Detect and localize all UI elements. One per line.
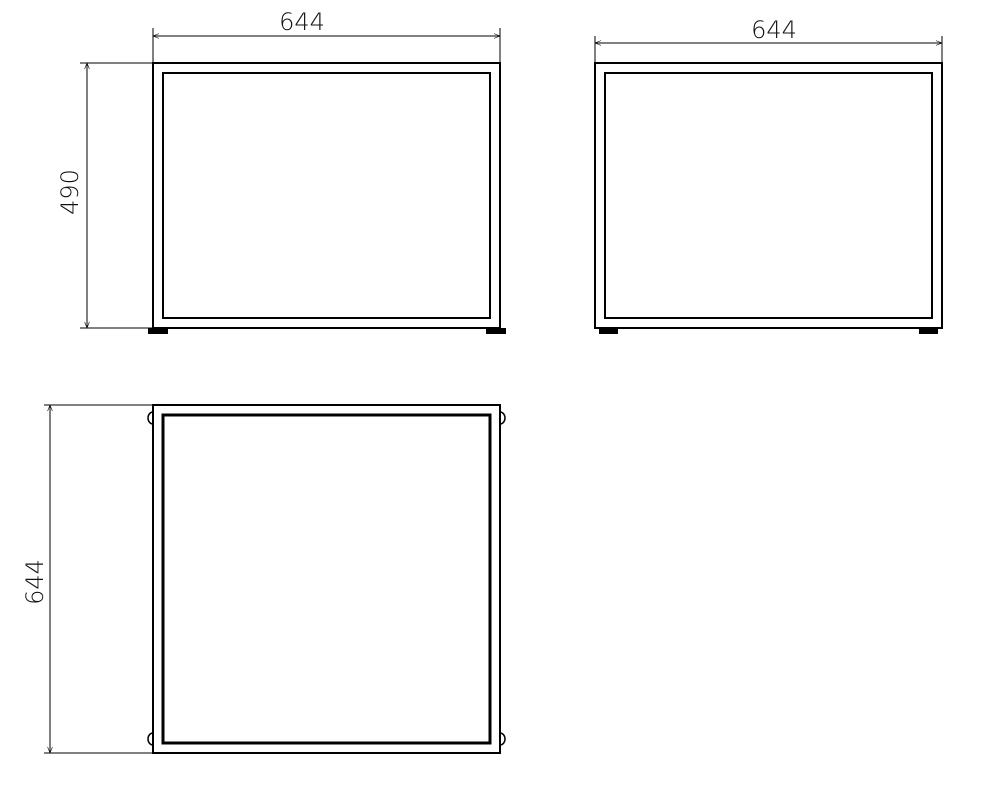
front-inner-frame (162, 72, 491, 319)
front-left-foot (148, 328, 168, 334)
side-left-foot (599, 328, 618, 334)
top-inner-frame (161, 413, 492, 745)
front-width-label: 644 (279, 8, 325, 36)
top-depth-label: 644 (21, 559, 49, 605)
side-view: 644 (594, 16, 943, 334)
top-outer-frame (152, 404, 501, 754)
top-view: 644 (21, 404, 506, 754)
front-height-label: 490 (56, 169, 84, 215)
technical-drawing: 644 490 644 644 (21, 8, 943, 754)
side-right-foot (919, 328, 938, 334)
front-right-foot (486, 328, 506, 334)
front-outer-frame (152, 62, 501, 329)
side-inner-frame (604, 72, 933, 319)
side-width-label: 644 (751, 16, 797, 44)
front-view: 644 490 (56, 8, 506, 334)
side-outer-frame (594, 62, 943, 329)
